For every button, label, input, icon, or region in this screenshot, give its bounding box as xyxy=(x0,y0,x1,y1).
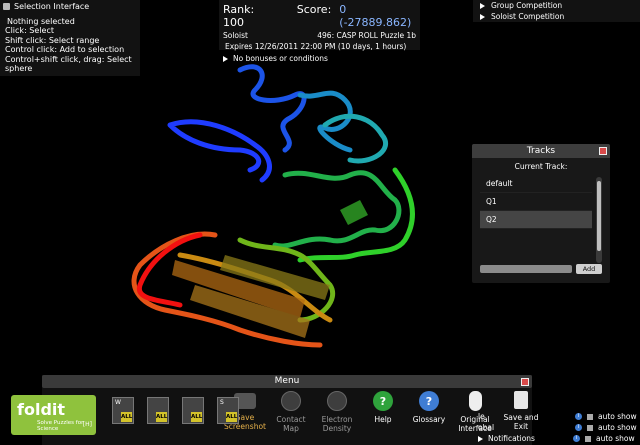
auto-show-label: auto show xyxy=(598,412,637,421)
glossary-icon: ? xyxy=(419,391,439,411)
menu-item-label: Help xyxy=(374,415,392,424)
info-icon[interactable]: i xyxy=(575,424,582,431)
exit-icon xyxy=(514,391,528,409)
new-track-input[interactable] xyxy=(480,265,572,273)
selection-hint: sphere xyxy=(5,64,33,73)
bonus-toggle[interactable]: No bonuses or conditions xyxy=(223,54,416,63)
selection-hint: Shift click: Select range xyxy=(5,35,100,45)
contact-map-button[interactable]: Contact Map xyxy=(268,389,314,433)
expand-arrow-icon xyxy=(480,2,485,9)
track-list-scrollbar[interactable] xyxy=(596,177,602,263)
tracks-title: Tracks xyxy=(526,146,556,156)
expand-arrow-icon xyxy=(478,435,483,442)
score-value: 0 (-27889.862) xyxy=(339,3,412,29)
info-icon[interactable]: i xyxy=(573,435,580,442)
shake-all-button[interactable]: S ALL xyxy=(217,397,239,424)
row-label: obal xyxy=(478,423,495,432)
menu-title: Menu xyxy=(274,376,300,386)
auto-show-label: auto show xyxy=(598,423,637,432)
mouse-icon xyxy=(468,391,482,411)
score-panel: Rank: 100 Score: 0 (-27889.862) Soloist … xyxy=(219,0,420,63)
help-icon: ? xyxy=(373,391,393,411)
all-badge: ALL xyxy=(121,412,133,422)
soloist-competition-label: Soloist Competition xyxy=(491,12,565,21)
menu-item-label: Electron Density xyxy=(321,415,353,433)
tracks-panel: Tracks Current Track: default Q1 Q2 Add xyxy=(472,144,610,283)
scrollbar-thumb[interactable] xyxy=(597,181,601,251)
expires-text: Expires 12/26/2011 22:00 PM (10 days, 1 … xyxy=(225,42,407,51)
competition-panel: Group Competition Soloist Competition xyxy=(473,0,640,22)
auto-show-checkbox[interactable] xyxy=(587,424,593,431)
all-badge: ALL xyxy=(191,412,203,422)
all-badge: ALL xyxy=(226,412,238,422)
info-icon[interactable]: i xyxy=(575,413,582,420)
selection-hint: Click: Select xyxy=(5,26,54,35)
selection-panel-icon xyxy=(3,3,10,11)
track-item[interactable]: default xyxy=(480,175,592,193)
foldit-logo-button[interactable]: foldit Solve Puzzles for Science [H] xyxy=(11,395,96,435)
close-icon[interactable] xyxy=(599,147,607,155)
track-item[interactable]: Q2 xyxy=(480,211,592,229)
group-competition-toggle[interactable]: Group Competition xyxy=(480,0,633,11)
selection-hint: Control+shift click, drag: Select xyxy=(5,54,132,64)
tracks-title-bar[interactable]: Tracks xyxy=(472,144,610,158)
notification-panel: le i auto show obal i auto show Notifica… xyxy=(478,411,640,444)
soloist-competition-toggle[interactable]: Soloist Competition xyxy=(480,11,633,22)
track-item[interactable]: Q1 xyxy=(480,193,592,211)
current-track-label: Current Track: xyxy=(514,162,568,171)
rank-label: Rank: 100 xyxy=(223,3,255,29)
selection-hint: Control click: Add to selection xyxy=(5,45,125,54)
menu-title-bar[interactable]: Menu xyxy=(42,375,532,388)
electron-density-button[interactable]: Electron Density xyxy=(314,389,360,433)
bonus-text: No bonuses or conditions xyxy=(233,54,328,63)
expand-arrow-icon xyxy=(223,55,228,62)
expand-arrow-icon xyxy=(480,13,485,20)
selection-panel-title: Selection Interface xyxy=(14,2,90,11)
glossary-button[interactable]: ? Glossary xyxy=(406,389,452,433)
electron-density-icon xyxy=(327,391,347,411)
tool-letter: S xyxy=(220,399,224,406)
add-track-button[interactable]: Add xyxy=(576,264,602,274)
tool-letter: W xyxy=(115,399,121,406)
all-badge: ALL xyxy=(156,412,168,422)
group-competition-label: Group Competition xyxy=(491,1,563,10)
selection-interface-panel: Selection Interface Nothing selected Cli… xyxy=(0,0,140,76)
score-label: Score: xyxy=(296,3,332,16)
auto-show-checkbox[interactable] xyxy=(585,435,591,442)
auto-show-label: auto show xyxy=(596,434,635,443)
close-icon[interactable] xyxy=(521,378,529,386)
auto-show-checkbox[interactable] xyxy=(587,413,593,420)
menu-item-label: Glossary xyxy=(412,415,446,424)
help-button[interactable]: ? Help xyxy=(360,389,406,433)
notifications-label[interactable]: Notifications xyxy=(488,434,568,443)
contact-map-icon xyxy=(281,391,301,411)
menu-item-label: Contact Map xyxy=(276,415,306,433)
row-label: le xyxy=(478,412,485,421)
selection-status: Nothing selected xyxy=(7,16,75,26)
track-list: default Q1 Q2 xyxy=(480,175,592,229)
puzzle-title: 496: CASP ROLL Puzzle 1b xyxy=(317,31,416,40)
tool-all-button[interactable]: ALL xyxy=(147,397,169,424)
wiggle-all-button[interactable]: W ALL xyxy=(112,397,134,424)
hotkey-hint: [H] xyxy=(82,421,92,428)
mode-label: Soloist xyxy=(223,31,248,40)
tool-all-button[interactable]: ALL xyxy=(182,397,204,424)
foldit-logo: foldit xyxy=(17,400,66,419)
